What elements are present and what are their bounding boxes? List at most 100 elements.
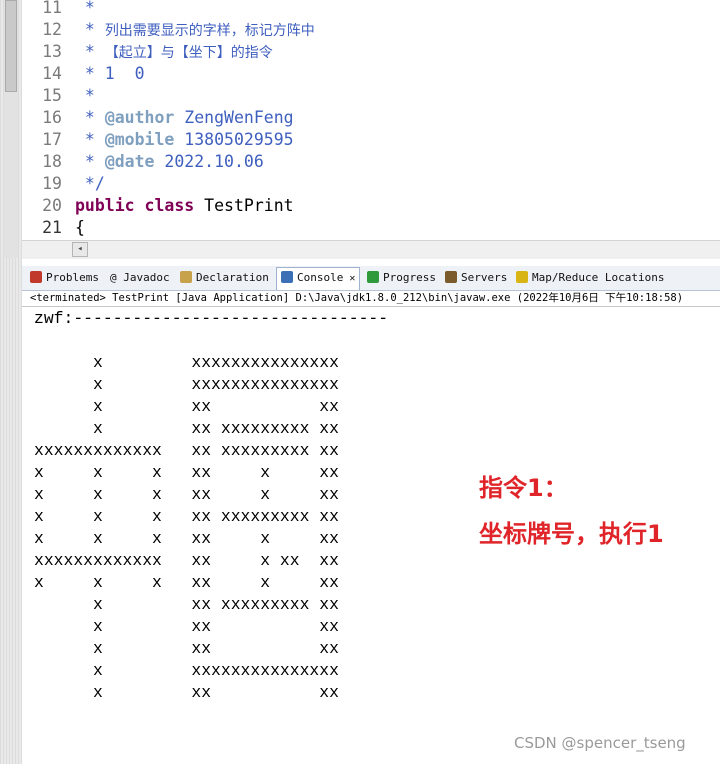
mapreduce-icon bbox=[516, 271, 528, 283]
tab-map-reduce-locations[interactable]: Map/Reduce Locations bbox=[516, 268, 664, 288]
annotation-subtitle: 坐标牌号，执行1 bbox=[479, 520, 664, 548]
code-token: 2022.10.06 bbox=[154, 152, 264, 171]
line-number: 19 bbox=[42, 174, 62, 193]
code-line[interactable]: 15 * bbox=[22, 85, 720, 107]
console-line: x x x xx x xx bbox=[34, 485, 339, 504]
view-tab-bar: Problems @ Javadoc Declaration Console ✕ Prog… bbox=[22, 266, 720, 291]
code-line[interactable]: 19 */ bbox=[22, 173, 720, 195]
tab-progress[interactable]: Progress bbox=[367, 268, 436, 288]
code-line[interactable]: 21 { bbox=[22, 217, 720, 239]
console-line: x x x xx xxxxxxxxx xx bbox=[34, 507, 339, 526]
line-number: 17 bbox=[42, 130, 62, 149]
code-text: public class TestPrint bbox=[75, 195, 294, 217]
console-line: x x x xx x xx bbox=[34, 573, 339, 592]
tab-label: Declaration bbox=[196, 271, 269, 284]
tab-label: Progress bbox=[383, 271, 436, 284]
divider bbox=[22, 306, 720, 307]
code-token: * bbox=[75, 20, 105, 39]
editor-scroll-thumb[interactable] bbox=[5, 0, 17, 92]
console-status-line: <terminated> TestPrint [Java Application… bbox=[30, 292, 684, 304]
code-line[interactable]: 16 * @author ZengWenFeng bbox=[22, 107, 720, 129]
line-number: 21 bbox=[42, 218, 62, 237]
code-text: * 1 0 bbox=[75, 63, 145, 85]
console-line: x xx xxxxxxxxx xx bbox=[34, 419, 339, 438]
code-line[interactable]: 17 * @mobile 13805029595 bbox=[22, 129, 720, 151]
scroll-left-arrow-icon[interactable]: ◂ bbox=[72, 242, 88, 257]
code-token: TestPrint bbox=[194, 196, 294, 215]
console-line: xxxxxxxxxxxxx xx xxxxxxxxx xx bbox=[34, 441, 339, 460]
console-line: x xx xx bbox=[34, 639, 339, 658]
annotation-title: 指令1： bbox=[479, 474, 568, 502]
tab-label: Servers bbox=[461, 271, 508, 284]
code-line[interactable]: 20 public class TestPrint bbox=[22, 195, 720, 217]
line-number: 11 bbox=[42, 0, 62, 17]
code-token: @mobile bbox=[104, 130, 175, 149]
code-token: * bbox=[75, 108, 105, 127]
console-line: x xx xx bbox=[34, 397, 339, 416]
tab-servers[interactable]: Servers bbox=[445, 268, 507, 288]
code-text: * bbox=[75, 85, 95, 107]
code-line[interactable]: 11 * bbox=[22, 0, 720, 19]
tab-problems[interactable]: Problems bbox=[30, 268, 99, 288]
code-token: 【起立】与【坐下】的指令 bbox=[104, 45, 273, 61]
code-text: { bbox=[75, 217, 85, 239]
code-token: 13805029595 bbox=[174, 130, 294, 149]
code-line[interactable]: 14 * 1 0 bbox=[22, 63, 720, 85]
tab-console[interactable]: Console ✕ bbox=[276, 267, 361, 290]
code-line[interactable]: 12 * 列出需要显示的字样，标记方阵中 bbox=[22, 19, 720, 41]
code-token: * bbox=[75, 42, 105, 61]
code-token: public bbox=[75, 196, 135, 215]
code-text: * @author ZengWenFeng bbox=[75, 107, 294, 129]
servers-icon bbox=[445, 271, 457, 283]
tab-label: @ Javadoc bbox=[110, 271, 170, 284]
tab-label: Problems bbox=[46, 271, 99, 284]
code-token: * 1 0 bbox=[75, 64, 145, 83]
watermark: CSDN @spencer_tseng bbox=[514, 734, 686, 752]
code-line[interactable]: 18 * @date 2022.10.06 bbox=[22, 151, 720, 173]
tab-declaration[interactable]: Declaration bbox=[180, 268, 269, 288]
line-number: 16 bbox=[42, 108, 62, 127]
code-token: */ bbox=[75, 174, 105, 193]
line-number: 18 bbox=[42, 152, 62, 171]
declaration-icon bbox=[180, 271, 192, 283]
console-line: x xx xx bbox=[34, 617, 339, 636]
code-token: * bbox=[75, 152, 105, 171]
code-token: * bbox=[75, 130, 105, 149]
code-token: * bbox=[75, 0, 95, 17]
close-icon[interactable]: ✕ bbox=[349, 273, 355, 284]
line-number: 12 bbox=[42, 20, 62, 39]
code-text: * 【起立】与【坐下】的指令 bbox=[75, 41, 273, 64]
line-number: 14 bbox=[42, 64, 62, 83]
code-token: { bbox=[75, 218, 85, 237]
code-editor[interactable]: 11 * 12 * 列出需要显示的字样，标记方阵中 13 * 【起立】与【坐下】的指… bbox=[22, 0, 720, 240]
editor-horizontal-scrollbar[interactable]: ◂ bbox=[22, 240, 720, 259]
console-line: x xx xxxxxxxxx xx bbox=[34, 595, 339, 614]
code-token: 列出需要显示的字样，标记方阵中 bbox=[104, 23, 315, 39]
console-line: x xx xx bbox=[34, 683, 339, 702]
console-line: zwf:-------------------------------- bbox=[34, 309, 389, 328]
code-text: * 列出需要显示的字样，标记方阵中 bbox=[75, 19, 315, 42]
problems-icon bbox=[30, 271, 42, 283]
console-line: x xxxxxxxxxxxxxxx bbox=[34, 375, 339, 394]
code-token: @date bbox=[104, 152, 155, 171]
code-text: * @date 2022.10.06 bbox=[75, 151, 264, 173]
console-line: x x x xx x xx bbox=[34, 463, 339, 482]
line-number: 20 bbox=[42, 196, 62, 215]
console-icon bbox=[281, 271, 293, 283]
console-line: x xxxxxxxxxxxxxxx bbox=[34, 661, 339, 680]
tab-label: Console bbox=[297, 271, 344, 284]
console-line: x xxxxxxxxxxxxxxx bbox=[34, 353, 339, 372]
console-line: x x x xx x xx bbox=[34, 529, 339, 548]
code-line[interactable]: 13 * 【起立】与【坐下】的指令 bbox=[22, 41, 720, 63]
code-text: * bbox=[75, 0, 95, 19]
code-text: */ bbox=[75, 173, 105, 195]
code-token: ZengWenFeng bbox=[174, 108, 294, 127]
tab-javadoc[interactable]: @ Javadoc bbox=[110, 268, 170, 288]
console-line: xxxxxxxxxxxxx xx x xx xx bbox=[34, 551, 339, 570]
progress-icon bbox=[367, 271, 379, 283]
code-text: * @mobile 13805029595 bbox=[75, 129, 294, 151]
line-number: 13 bbox=[42, 42, 62, 61]
tab-label: Map/Reduce Locations bbox=[532, 271, 665, 284]
code-token: * bbox=[75, 86, 95, 105]
